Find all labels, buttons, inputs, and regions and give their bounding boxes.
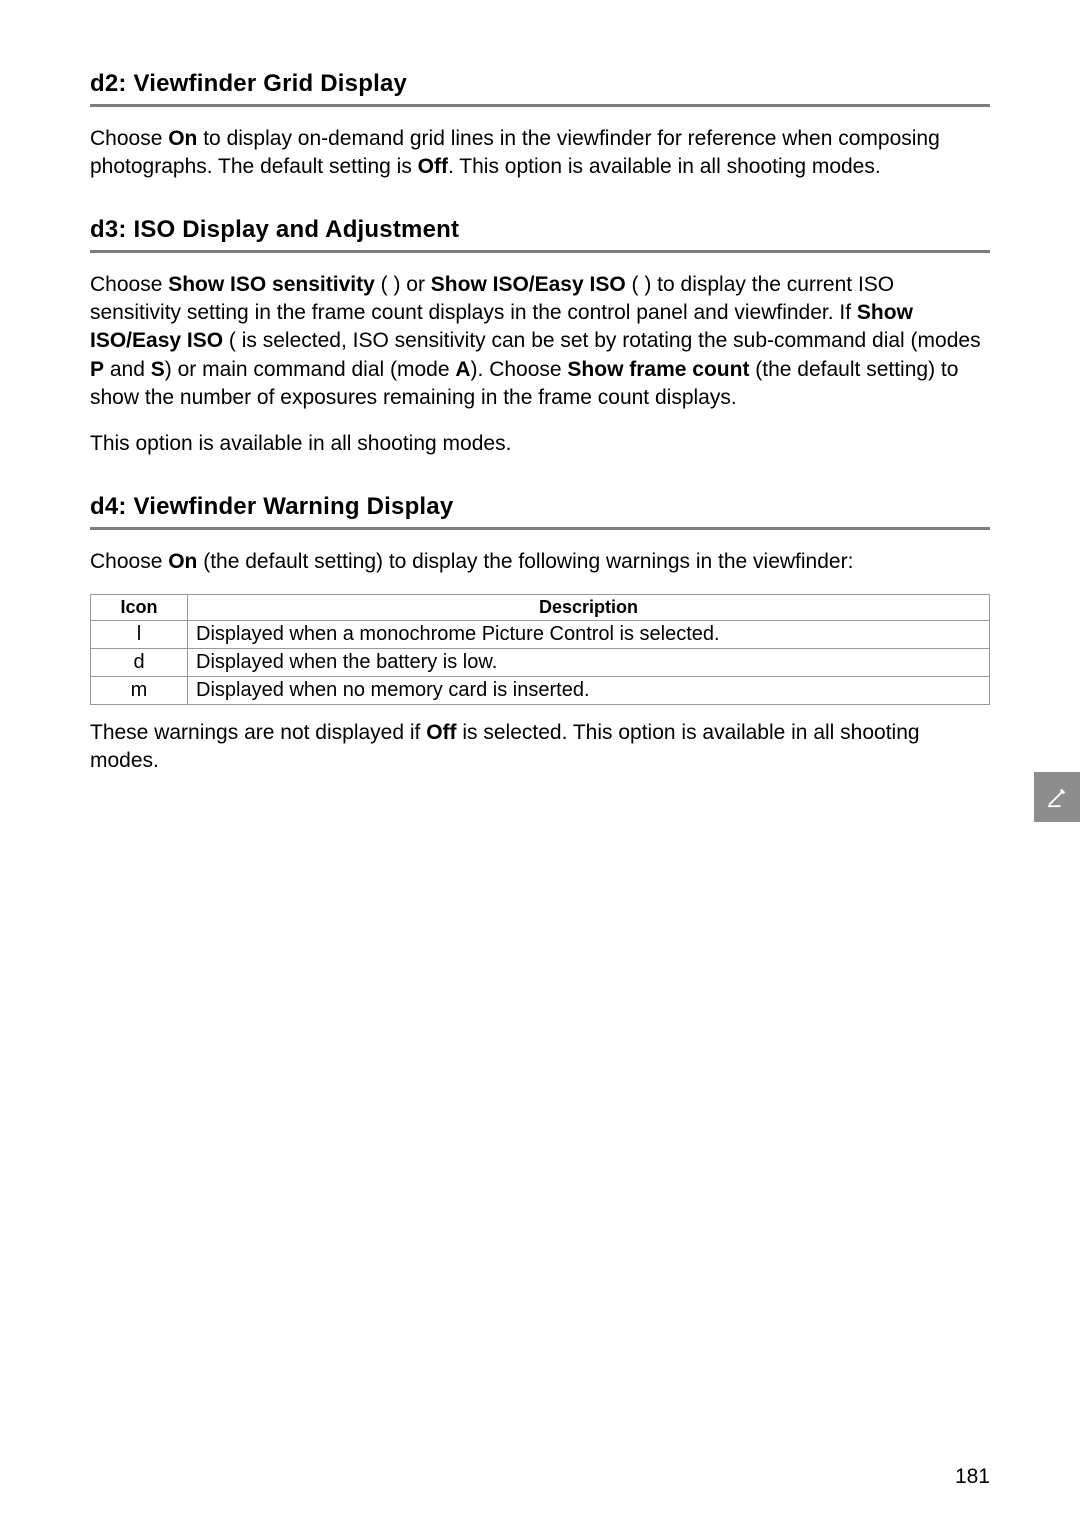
section-d2: d2: Viewfinder Grid Display Choose On to…: [90, 70, 990, 182]
paragraph-d3-2: This option is available in all shooting…: [90, 430, 990, 458]
section-d4: d4: Viewfinder Warning Display Choose On…: [90, 493, 990, 776]
manual-page: d2: Viewfinder Grid Display Choose On to…: [0, 0, 1080, 850]
rule: [90, 250, 990, 253]
paragraph-d2: Choose On to display on-demand grid line…: [90, 125, 990, 182]
cell-icon: m: [91, 677, 188, 705]
table-row: d Displayed when the battery is low.: [91, 649, 990, 677]
section-d3: d3: ISO Display and Adjustment Choose Sh…: [90, 216, 990, 459]
cell-desc: Displayed when the battery is low.: [188, 649, 990, 677]
paragraph-d4-outro: These warnings are not displayed if Off …: [90, 719, 990, 776]
table-row: l Displayed when a monochrome Picture Co…: [91, 621, 990, 649]
page-number: 181: [955, 1465, 990, 1489]
heading-d4: d4: Viewfinder Warning Display: [90, 493, 990, 521]
paragraph-d3-1: Choose Show ISO sensitivity ( ) or Show …: [90, 271, 990, 413]
heading-d3: d3: ISO Display and Adjustment: [90, 216, 990, 244]
cell-icon: l: [91, 621, 188, 649]
col-icon: Icon: [91, 595, 188, 621]
cell-desc: Displayed when no memory card is inserte…: [188, 677, 990, 705]
heading-d2: d2: Viewfinder Grid Display: [90, 70, 990, 98]
table-row: m Displayed when no memory card is inser…: [91, 677, 990, 705]
table-header-row: Icon Description: [91, 595, 990, 621]
edge-tab-icon: [1034, 772, 1080, 822]
warnings-table: Icon Description l Displayed when a mono…: [90, 594, 990, 705]
paragraph-d4-intro: Choose On (the default setting) to displ…: [90, 548, 990, 576]
rule: [90, 527, 990, 530]
col-description: Description: [188, 595, 990, 621]
cell-desc: Displayed when a monochrome Picture Cont…: [188, 621, 990, 649]
cell-icon: d: [91, 649, 188, 677]
rule: [90, 104, 990, 107]
